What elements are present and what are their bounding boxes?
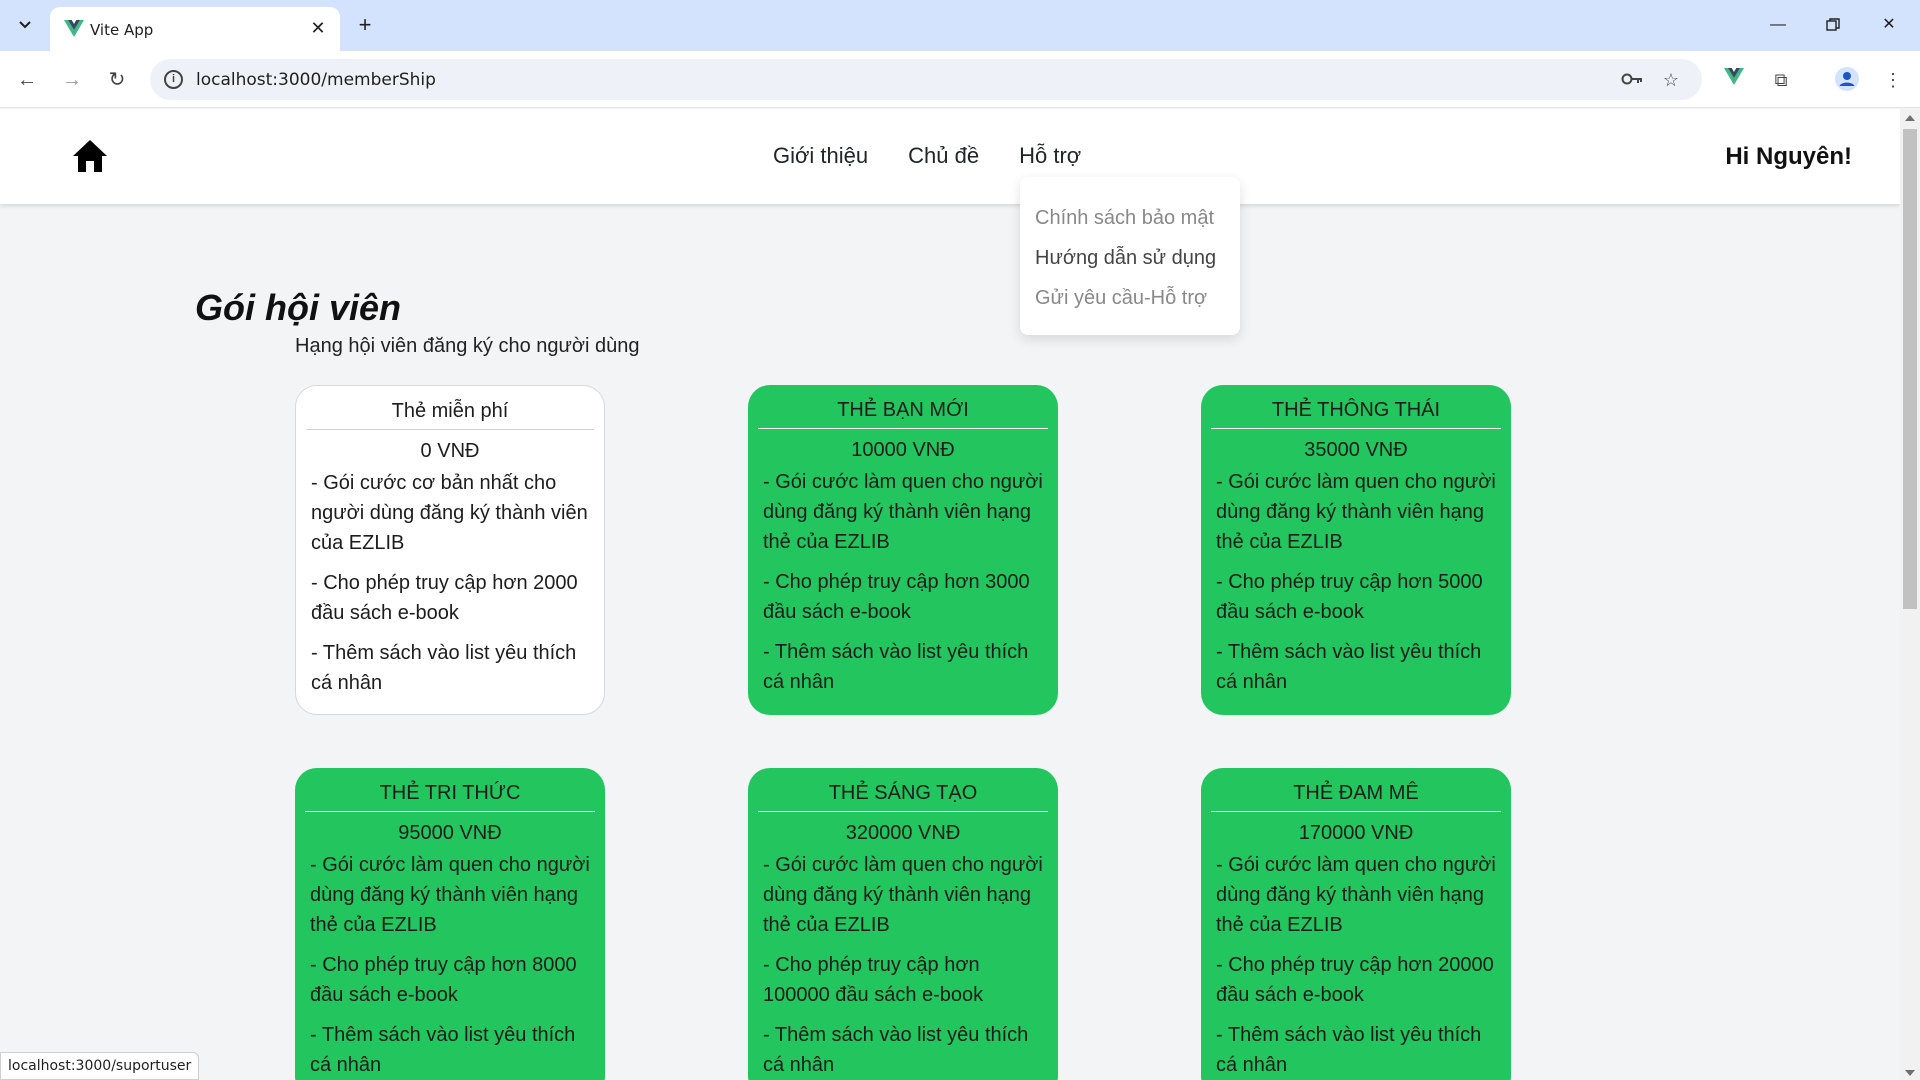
card-feature: - Cho phép truy cập hơn 3000 đầu sách e-… bbox=[763, 571, 1030, 623]
card-name: THẺ BẠN MỚI bbox=[758, 395, 1048, 429]
url-text[interactable]: localhost:3000/memberShip bbox=[196, 70, 436, 90]
card-price: 35000 VNĐ bbox=[1304, 439, 1408, 461]
reload-icon[interactable]: ↻ bbox=[102, 65, 132, 95]
key-icon[interactable] bbox=[1620, 68, 1644, 92]
card-feature: - Gói cước làm quen cho người dùng đăng … bbox=[310, 854, 590, 936]
dropdown-item-user-guide[interactable]: Hướng dẫn sử dụng bbox=[1020, 245, 1240, 285]
profile-icon[interactable] bbox=[1834, 67, 1860, 93]
card-name: THẺ THÔNG THÁI bbox=[1211, 395, 1501, 429]
browser-tab-strip: Vite App ✕ + — ✕ bbox=[0, 0, 1920, 51]
page-subtitle: Hạng hội viên đăng ký cho người dùng bbox=[295, 335, 640, 357]
card-feature: - Gói cước làm quen cho người dùng đăng … bbox=[763, 854, 1043, 936]
browser-toolbar: ← → ↻ i localhost:3000/memberShip ☆ ⧉ ⋮ bbox=[0, 51, 1920, 108]
card-feature: - Thêm sách vào list yêu thích cá nhân bbox=[763, 641, 1029, 693]
card-price: 10000 VNĐ bbox=[851, 439, 955, 461]
vue-logo-icon bbox=[64, 20, 84, 37]
page-title: Gói hội viên bbox=[195, 287, 402, 328]
card-feature: - Thêm sách vào list yêu thích cá nhân bbox=[1216, 1024, 1482, 1076]
dropdown-item-privacy-policy[interactable]: Chính sách bảo mật bbox=[1020, 205, 1240, 245]
main-nav: Giới thiệu Chủ đề Hỗ trợ bbox=[773, 143, 1081, 169]
card-price: 320000 VNĐ bbox=[845, 822, 961, 844]
card-price: 95000 VNĐ bbox=[398, 822, 502, 844]
card-feature: - Cho phép truy cập hơn 5000 đầu sách e-… bbox=[1216, 571, 1483, 623]
membership-card-sang-tao[interactable]: THẺ SÁNG TẠO 320000 VNĐ - Gói cước làm q… bbox=[748, 768, 1058, 1080]
page-viewport: Giới thiệu Chủ đề Hỗ trợ Hi Nguyên! Gói … bbox=[0, 109, 1900, 1080]
close-window-icon[interactable]: ✕ bbox=[1874, 10, 1904, 40]
card-feature: - Cho phép truy cập hơn 100000 đầu sách … bbox=[763, 954, 984, 1006]
card-feature: - Thêm sách vào list yêu thích cá nhân bbox=[310, 1024, 576, 1076]
membership-card-thong-thai[interactable]: THẺ THÔNG THÁI 35000 VNĐ - Gói cước làm … bbox=[1201, 385, 1511, 715]
dropdown-item-support-request[interactable]: Gửi yêu cầu-Hỗ trợ bbox=[1020, 285, 1240, 325]
card-feature: - Gói cước làm quen cho người dùng đăng … bbox=[1216, 854, 1496, 936]
scrollbar-thumb[interactable] bbox=[1903, 129, 1917, 609]
minimize-icon[interactable]: — bbox=[1763, 10, 1793, 40]
vue-devtools-icon[interactable] bbox=[1721, 67, 1747, 93]
card-feature: - Gói cước làm quen cho người dùng đăng … bbox=[763, 471, 1043, 553]
restore-icon[interactable] bbox=[1818, 10, 1848, 40]
site-header: Giới thiệu Chủ đề Hỗ trợ Hi Nguyên! bbox=[0, 109, 1900, 204]
plus-icon[interactable]: + bbox=[352, 12, 378, 38]
card-name: THẺ ĐAM MÊ bbox=[1211, 778, 1501, 812]
forward-icon[interactable]: → bbox=[57, 65, 87, 95]
card-price: 170000 VNĐ bbox=[1298, 822, 1414, 844]
star-icon[interactable]: ☆ bbox=[1659, 68, 1683, 92]
tab-title: Vite App bbox=[90, 21, 154, 39]
card-name: THẺ TRI THỨC bbox=[305, 778, 595, 812]
card-feature: - Cho phép truy cập hơn 20000 đầu sách e… bbox=[1216, 954, 1494, 1006]
nav-gioi-thieu[interactable]: Giới thiệu bbox=[773, 143, 868, 169]
card-feature: - Cho phép truy cập hơn 8000 đầu sách e-… bbox=[310, 954, 577, 1006]
membership-card-ban-moi[interactable]: THẺ BẠN MỚI 10000 VNĐ - Gói cước làm que… bbox=[748, 385, 1058, 715]
scroll-up-arrow-icon[interactable] bbox=[1905, 115, 1915, 121]
close-icon[interactable]: ✕ bbox=[308, 18, 328, 38]
card-name: Thẻ miễn phí bbox=[306, 396, 594, 430]
site-info-icon[interactable]: i bbox=[164, 70, 183, 89]
card-name: THẺ SÁNG TẠO bbox=[758, 778, 1048, 812]
address-bar[interactable]: i localhost:3000/memberShip ☆ bbox=[150, 59, 1702, 100]
card-price: 0 VNĐ bbox=[420, 440, 480, 462]
back-icon[interactable]: ← bbox=[12, 65, 42, 95]
card-feature: - Thêm sách vào list yêu thích cá nhân bbox=[763, 1024, 1029, 1076]
nav-ho-tro[interactable]: Hỗ trợ bbox=[1019, 143, 1081, 169]
tab-list-icon[interactable] bbox=[12, 12, 38, 38]
browser-tab[interactable]: Vite App ✕ bbox=[50, 7, 340, 51]
card-feature: - Thêm sách vào list yêu thích cá nhân bbox=[1216, 641, 1482, 693]
membership-card-tri-thuc[interactable]: THẺ TRI THỨC 95000 VNĐ - Gói cước làm qu… bbox=[295, 768, 605, 1080]
more-icon[interactable]: ⋮ bbox=[1880, 67, 1906, 93]
membership-card-dam-me[interactable]: THẺ ĐAM MÊ 170000 VNĐ - Gói cước làm que… bbox=[1201, 768, 1511, 1080]
card-feature: - Gói cước cơ bản nhất cho người dùng đă… bbox=[311, 472, 588, 554]
extensions-icon[interactable]: ⧉ bbox=[1768, 67, 1794, 93]
support-dropdown: Chính sách bảo mật Hướng dẫn sử dụng Gửi… bbox=[1020, 177, 1240, 335]
link-status-bubble: localhost:3000/suportuser bbox=[0, 1052, 200, 1080]
user-greeting[interactable]: Hi Nguyên! bbox=[1725, 143, 1852, 171]
page-scrollbar[interactable] bbox=[1900, 109, 1920, 1080]
card-feature: - Thêm sách vào list yêu thích cá nhân bbox=[311, 642, 577, 694]
home-icon[interactable] bbox=[72, 139, 108, 173]
card-feature: - Gói cước làm quen cho người dùng đăng … bbox=[1216, 471, 1496, 553]
nav-chu-de[interactable]: Chủ đề bbox=[908, 143, 979, 169]
membership-card-free[interactable]: Thẻ miễn phí 0 VNĐ - Gói cước cơ bản nhấ… bbox=[295, 385, 605, 715]
card-feature: - Cho phép truy cập hơn 2000 đầu sách e-… bbox=[311, 572, 578, 624]
scroll-down-arrow-icon[interactable] bbox=[1905, 1070, 1915, 1076]
